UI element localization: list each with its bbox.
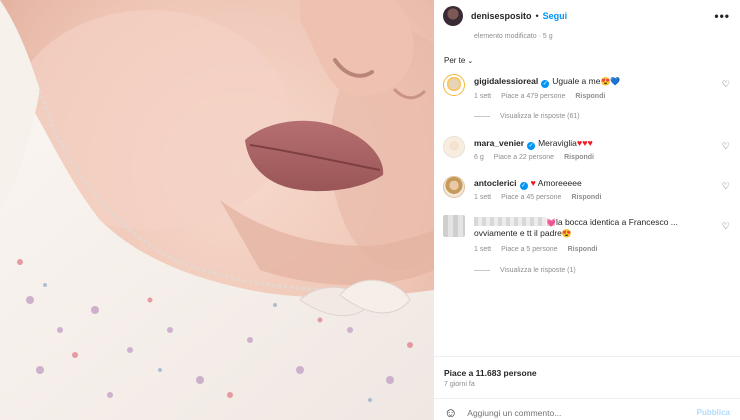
comment-likes[interactable]: Piace a 22 persone bbox=[494, 154, 554, 161]
comment-avatar[interactable] bbox=[443, 136, 465, 158]
comment-text: mara_venier ✓ Meraviglia♥♥♥ bbox=[474, 138, 716, 150]
post-image[interactable] bbox=[0, 0, 434, 420]
post-header: denisesposito • Segui ••• bbox=[434, 0, 740, 32]
section-divider bbox=[434, 398, 740, 399]
comment-filter[interactable]: Per te ⌄ bbox=[444, 56, 473, 65]
comment-meta: 1 sett Piace a 5 persone Rispondi bbox=[474, 246, 608, 253]
comment-likes[interactable]: Piace a 5 persone bbox=[501, 246, 557, 253]
newborn-photo bbox=[0, 0, 434, 420]
comment-input[interactable] bbox=[467, 407, 668, 418]
comment-meta: 6 g Piace a 22 persone Rispondi bbox=[474, 154, 604, 161]
verified-icon: ✓ bbox=[541, 80, 550, 88]
comment-username-redacted[interactable] bbox=[474, 217, 546, 226]
reply-button[interactable]: Rispondi bbox=[571, 194, 601, 201]
emoji-icon[interactable]: ☺ bbox=[444, 405, 457, 420]
post-likes[interactable]: Piace a 11.683 persone bbox=[444, 368, 537, 378]
section-divider bbox=[434, 356, 740, 357]
publish-button[interactable]: Pubblica bbox=[697, 408, 730, 417]
follow-button[interactable]: Segui bbox=[543, 11, 568, 21]
comment-avatar-redacted[interactable] bbox=[443, 215, 465, 237]
comment-time: 1 sett bbox=[474, 246, 492, 253]
comment-time: 1 sett bbox=[474, 194, 492, 201]
verified-icon: ✓ bbox=[519, 182, 528, 190]
comment-likes[interactable]: Piace a 45 persone bbox=[501, 194, 561, 201]
comment-emoji: 💓 bbox=[546, 218, 556, 227]
comment-text: gigidalessioreal ✓ Uguale a me😍💙 bbox=[474, 76, 716, 88]
view-replies-label: Visualizza le risposte (61) bbox=[500, 113, 580, 120]
post-time: 7 giorni fa bbox=[444, 381, 475, 388]
replies-divider bbox=[474, 116, 490, 117]
heart-icon[interactable]: ♡ bbox=[722, 181, 730, 192]
comment-username[interactable]: gigidalessioreal bbox=[474, 76, 538, 86]
comment-username[interactable]: mara_venier bbox=[474, 138, 524, 148]
comment-emoji: 😍💙 bbox=[600, 77, 621, 86]
comment-text: antoclerici ✓ ♥ Amoreeeee bbox=[474, 178, 716, 190]
reply-button[interactable]: Rispondi bbox=[568, 246, 598, 253]
chevron-down-icon: ⌄ bbox=[467, 58, 474, 65]
comment-text: 💓la bocca identica a Francesco ... ovvia… bbox=[474, 217, 716, 239]
comment-message: Amoreeeee bbox=[537, 178, 582, 188]
reply-button[interactable]: Rispondi bbox=[575, 93, 605, 100]
comment-emoji: ♥♥♥ bbox=[576, 138, 593, 148]
comment-message-line2: ovviamente e tt il padre bbox=[474, 228, 562, 238]
comment-time: 1 sett bbox=[474, 93, 492, 100]
comment-message: Meraviglia bbox=[538, 138, 577, 148]
reply-button[interactable]: Rispondi bbox=[564, 154, 594, 161]
comment-emoji: ♥ bbox=[530, 178, 536, 188]
edited-note: elemento modificato · 5 g bbox=[474, 33, 553, 40]
heart-icon[interactable]: ♡ bbox=[722, 79, 730, 90]
comment-message: Uguale a me bbox=[552, 76, 601, 86]
view-replies-button[interactable]: Visualizza le risposte (1) bbox=[474, 267, 576, 274]
comment-message: la bocca identica a Francesco ... bbox=[555, 217, 678, 227]
comment-filter-label: Per te bbox=[444, 56, 466, 65]
comment-username[interactable]: antoclerici bbox=[474, 178, 517, 188]
post-panel: denisesposito • Segui ••• elemento modif… bbox=[434, 0, 740, 420]
more-icon[interactable]: ••• bbox=[714, 9, 730, 23]
comment-likes[interactable]: Piace a 479 persone bbox=[501, 93, 565, 100]
header-separator: • bbox=[535, 11, 539, 21]
author-username[interactable]: denisesposito bbox=[471, 11, 532, 21]
heart-icon[interactable]: ♡ bbox=[722, 221, 730, 232]
view-replies-button[interactable]: Visualizza le risposte (61) bbox=[474, 113, 580, 120]
add-comment-bar: ☺ bbox=[444, 405, 668, 420]
comment-meta: 1 sett Piace a 479 persone Rispondi bbox=[474, 93, 615, 100]
comment-avatar[interactable] bbox=[443, 74, 465, 96]
author-avatar[interactable] bbox=[443, 6, 463, 26]
comment-meta: 1 sett Piace a 45 persone Rispondi bbox=[474, 194, 611, 201]
comment-emoji: 😍 bbox=[561, 229, 572, 238]
comment-avatar[interactable] bbox=[443, 176, 465, 198]
view-replies-label: Visualizza le risposte (1) bbox=[500, 267, 576, 274]
verified-icon: ✓ bbox=[527, 142, 536, 150]
replies-divider bbox=[474, 270, 490, 271]
heart-icon[interactable]: ♡ bbox=[722, 141, 730, 152]
comment-time: 6 g bbox=[474, 154, 484, 161]
